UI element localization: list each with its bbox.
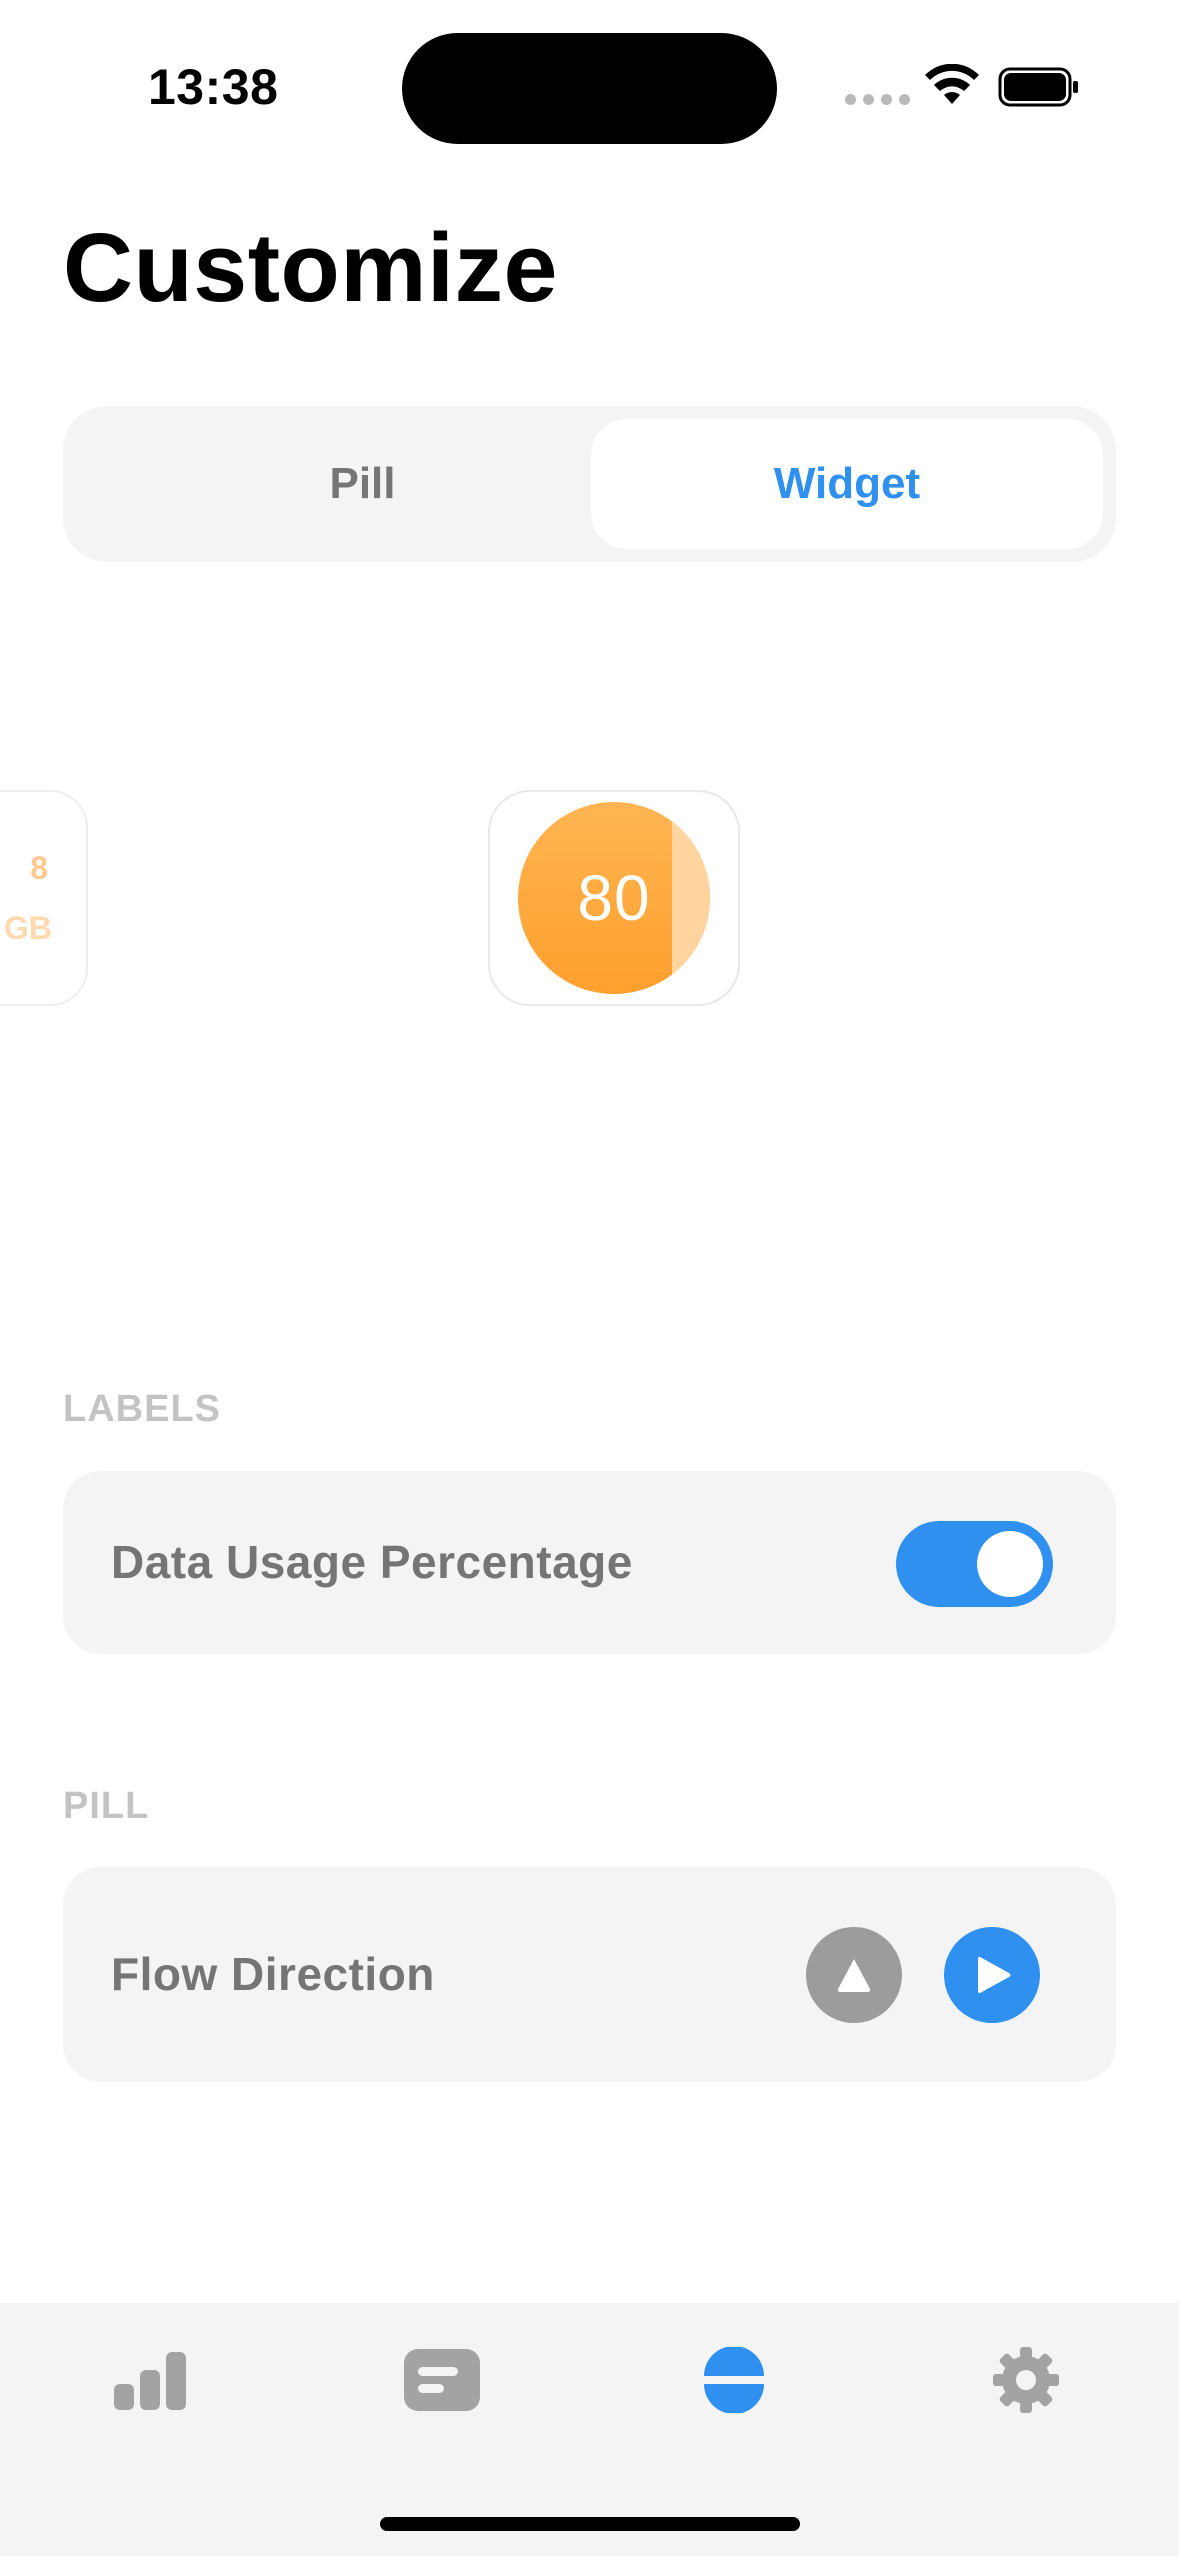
flow-direction-row: Flow Direction bbox=[63, 1867, 1116, 2082]
widget-style-card-previous[interactable]: 8 GB bbox=[0, 790, 88, 1006]
tab-settings[interactable] bbox=[976, 2340, 1076, 2420]
flow-direction-right-button[interactable] bbox=[944, 1927, 1040, 2023]
page-title: Customize bbox=[63, 213, 558, 322]
tab-widget[interactable] bbox=[392, 2340, 492, 2420]
play-right-icon bbox=[978, 1957, 1011, 1993]
tab-usage[interactable] bbox=[102, 2340, 202, 2420]
data-usage-percentage-toggle[interactable] bbox=[896, 1521, 1053, 1607]
tab-customize[interactable] bbox=[684, 2340, 784, 2420]
labels-section-header: LABELS bbox=[63, 1388, 221, 1430]
pill-section-header: PILL bbox=[63, 1785, 150, 1827]
flow-direction-label: Flow Direction bbox=[111, 1948, 435, 2000]
widget-side-value: 8 bbox=[30, 850, 48, 886]
wifi-icon bbox=[925, 64, 979, 104]
widget-side-unit: GB bbox=[4, 910, 52, 946]
triangle-up-icon bbox=[837, 1959, 871, 1992]
dynamic-island bbox=[402, 33, 777, 144]
usage-gauge: 80 bbox=[518, 802, 710, 994]
gear-icon bbox=[993, 2347, 1059, 2413]
home-indicator[interactable] bbox=[380, 2517, 800, 2531]
flow-direction-up-button[interactable] bbox=[806, 1927, 902, 2023]
pill-icon bbox=[704, 2347, 764, 2413]
widget-icon bbox=[404, 2349, 480, 2411]
data-usage-percentage-row: Data Usage Percentage bbox=[63, 1471, 1116, 1654]
battery-icon bbox=[998, 67, 1078, 107]
style-segmented-control: Pill Widget bbox=[63, 406, 1116, 562]
status-time: 13:38 bbox=[148, 59, 279, 115]
toggle-knob bbox=[977, 1531, 1043, 1597]
data-usage-percentage-label: Data Usage Percentage bbox=[111, 1536, 633, 1588]
segment-widget[interactable]: Widget bbox=[591, 419, 1103, 549]
segment-pill[interactable]: Pill bbox=[76, 419, 649, 549]
cellular-signal-icon bbox=[845, 94, 910, 105]
usage-gauge-value: 80 bbox=[577, 862, 651, 934]
bar-chart-icon bbox=[114, 2352, 186, 2410]
